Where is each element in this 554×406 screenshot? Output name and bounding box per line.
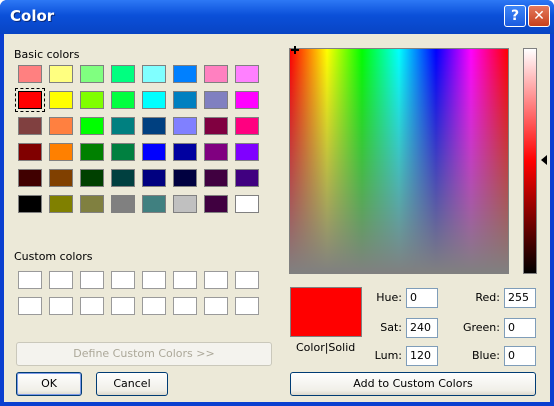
basic-color-swatch[interactable] [49, 143, 73, 161]
basic-color-swatch[interactable] [204, 65, 228, 83]
basic-color-swatch[interactable] [111, 195, 135, 213]
basic-color-swatch[interactable] [173, 91, 197, 109]
basic-color-swatch[interactable] [80, 91, 104, 109]
custom-color-swatch[interactable] [18, 297, 42, 315]
basic-color-swatch[interactable] [142, 169, 166, 187]
custom-color-swatch[interactable] [18, 271, 42, 289]
basic-color-swatch[interactable] [142, 91, 166, 109]
basic-color-swatch[interactable] [204, 169, 228, 187]
basic-color-swatch[interactable] [173, 117, 197, 135]
basic-color-swatch[interactable] [111, 65, 135, 83]
basic-color-swatch[interactable] [18, 195, 42, 213]
basic-color-swatch[interactable] [204, 117, 228, 135]
hue-label: Hue: [376, 291, 402, 304]
red-label: Red: [475, 291, 500, 304]
custom-color-swatch[interactable] [235, 271, 259, 289]
blue-field[interactable]: 0 [504, 346, 536, 366]
basic-color-swatch[interactable] [15, 88, 45, 112]
basic-color-swatch[interactable] [142, 143, 166, 161]
basic-color-swatch[interactable] [111, 91, 135, 109]
custom-color-swatch[interactable] [173, 271, 197, 289]
custom-color-swatch[interactable] [204, 271, 228, 289]
basic-color-swatch[interactable] [80, 117, 104, 135]
basic-color-swatch[interactable] [235, 169, 259, 187]
green-field[interactable]: 0 [504, 318, 536, 338]
cancel-button[interactable]: Cancel [96, 372, 168, 396]
basic-color-swatch[interactable] [18, 169, 42, 187]
title-bar[interactable]: Color ? ✕ [0, 0, 554, 34]
basic-color-swatch[interactable] [173, 169, 197, 187]
basic-color-swatch[interactable] [235, 91, 259, 109]
basic-color-swatch[interactable] [18, 143, 42, 161]
basic-color-swatch[interactable] [111, 117, 135, 135]
ok-button[interactable]: OK [16, 372, 82, 396]
basic-color-swatch[interactable] [142, 65, 166, 83]
color-solid-label: Color|Solid [296, 341, 356, 354]
custom-color-swatch[interactable] [49, 297, 73, 315]
basic-color-swatch[interactable] [235, 195, 259, 213]
custom-color-swatch[interactable] [111, 297, 135, 315]
lum-field[interactable]: 120 [406, 346, 438, 366]
custom-colors-label: Custom colors [14, 250, 93, 263]
hue-field[interactable]: 0 [406, 288, 438, 308]
luminosity-slider[interactable] [523, 48, 537, 274]
dialog-client-area: Basic colors Custom colors Define Custom… [4, 34, 550, 402]
lum-label: Lum: [374, 349, 402, 362]
basic-color-swatch[interactable] [142, 195, 166, 213]
basic-color-swatch[interactable] [173, 65, 197, 83]
custom-color-swatch[interactable] [235, 297, 259, 315]
custom-color-swatch[interactable] [142, 297, 166, 315]
custom-color-swatch[interactable] [142, 271, 166, 289]
basic-color-swatch[interactable] [235, 143, 259, 161]
basic-color-swatch[interactable] [235, 117, 259, 135]
basic-color-swatch[interactable] [80, 65, 104, 83]
basic-color-swatch[interactable] [173, 143, 197, 161]
basic-color-swatch[interactable] [18, 117, 42, 135]
add-to-custom-colors-button[interactable]: Add to Custom Colors [290, 372, 536, 396]
green-label: Green: [462, 321, 500, 334]
luminosity-arrow-icon[interactable] [541, 155, 547, 165]
color-dialog: Color ? ✕ Basic colors Custom colors Def… [0, 0, 554, 406]
close-button[interactable]: ✕ [528, 5, 550, 27]
custom-color-swatch[interactable] [80, 271, 104, 289]
define-custom-colors-button[interactable]: Define Custom Colors >> [16, 342, 272, 366]
sat-label: Sat: [380, 321, 402, 334]
basic-color-swatch[interactable] [49, 65, 73, 83]
color-preview [290, 287, 362, 337]
custom-color-swatch[interactable] [204, 297, 228, 315]
custom-color-swatch[interactable] [173, 297, 197, 315]
color-spectrum[interactable] [289, 48, 509, 274]
red-field[interactable]: 255 [504, 288, 536, 308]
basic-color-swatch[interactable] [80, 143, 104, 161]
basic-color-swatch[interactable] [18, 65, 42, 83]
blue-label: Blue: [471, 349, 500, 362]
basic-color-swatch[interactable] [204, 91, 228, 109]
basic-color-swatch[interactable] [142, 117, 166, 135]
crosshair-cursor-icon [291, 46, 299, 54]
window-title: Color [10, 7, 55, 25]
help-button[interactable]: ? [504, 5, 526, 27]
basic-color-swatch[interactable] [80, 169, 104, 187]
basic-color-swatch[interactable] [173, 195, 197, 213]
basic-color-swatch[interactable] [49, 195, 73, 213]
custom-color-swatch[interactable] [80, 297, 104, 315]
basic-color-swatch[interactable] [111, 143, 135, 161]
custom-color-swatch[interactable] [49, 271, 73, 289]
basic-color-swatch[interactable] [49, 91, 73, 109]
basic-color-swatch[interactable] [204, 195, 228, 213]
basic-color-swatch[interactable] [235, 65, 259, 83]
basic-colors-label: Basic colors [14, 48, 80, 61]
custom-color-swatch[interactable] [111, 271, 135, 289]
basic-color-swatch[interactable] [80, 195, 104, 213]
sat-field[interactable]: 240 [406, 318, 438, 338]
basic-color-swatch[interactable] [49, 117, 73, 135]
basic-color-swatch[interactable] [49, 169, 73, 187]
basic-color-swatch[interactable] [111, 169, 135, 187]
basic-color-swatch[interactable] [204, 143, 228, 161]
